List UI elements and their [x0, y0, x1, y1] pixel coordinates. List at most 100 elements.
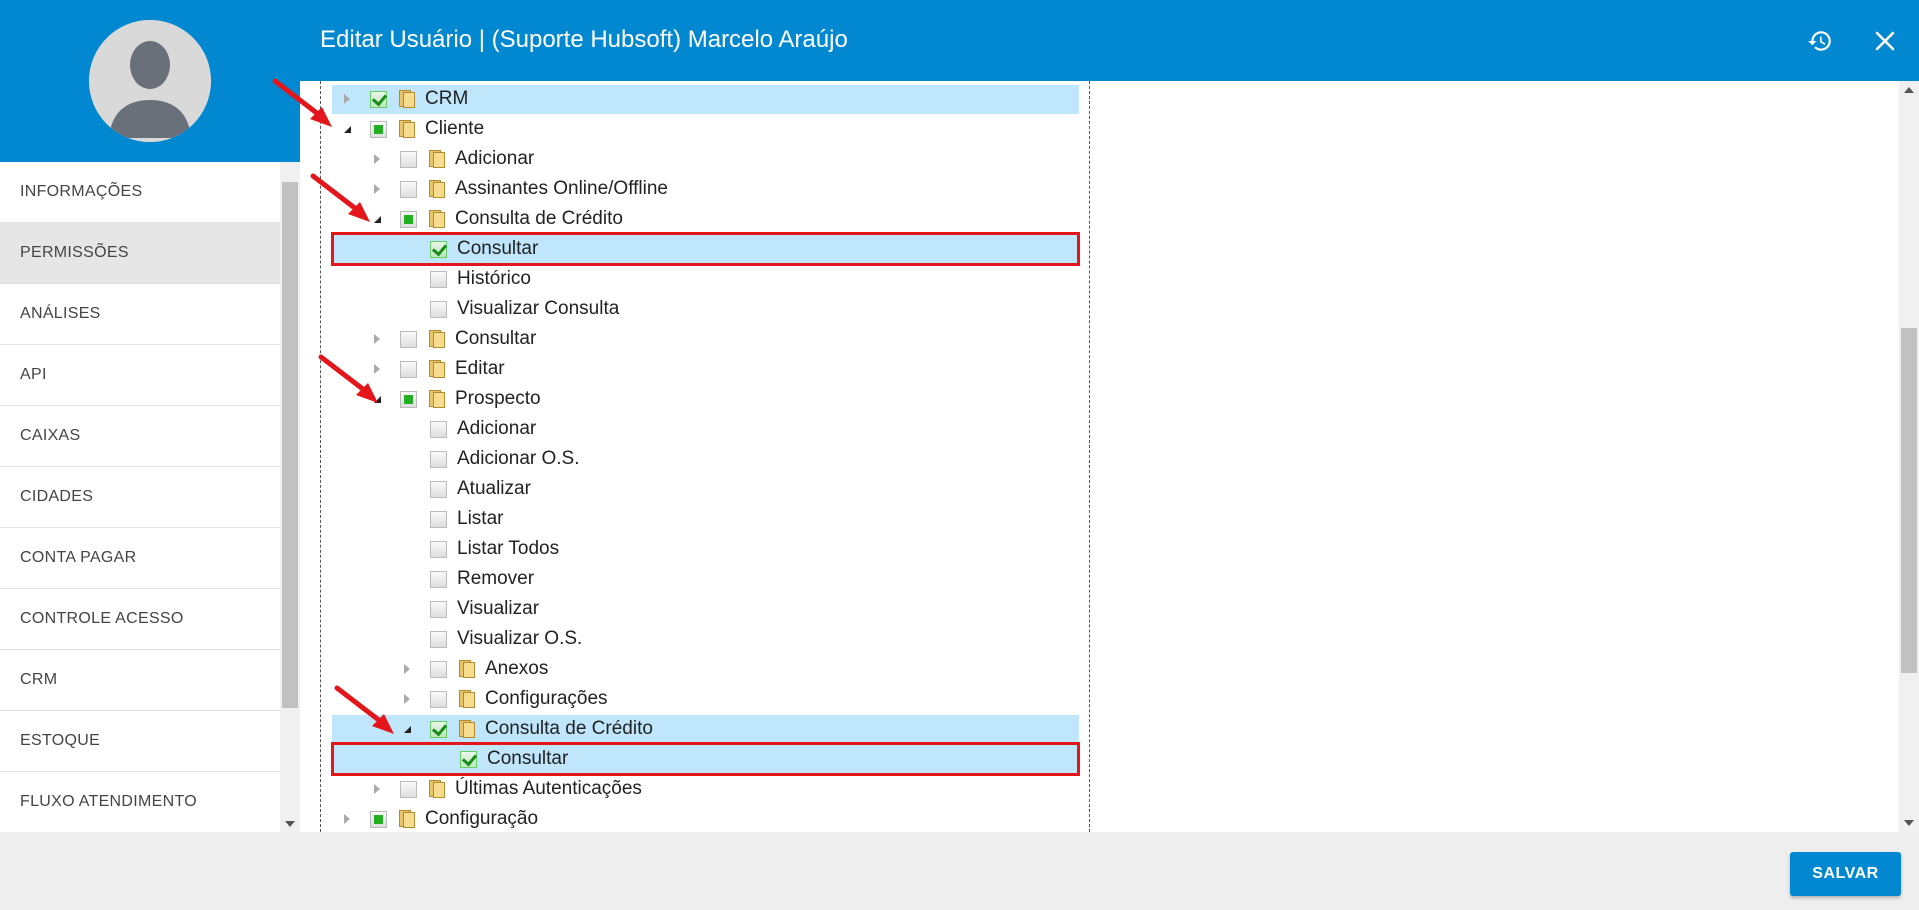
save-button[interactable]: SALVAR [1790, 852, 1901, 896]
annotation-arrow-icon [272, 78, 332, 127]
permission-checkbox[interactable] [430, 570, 447, 588]
tree-node[interactable]: Últimas Autenticações [370, 775, 642, 803]
tree-node[interactable]: Editar [370, 355, 505, 383]
sidebar-item-fluxo-atendimento[interactable]: FLUXO ATENDIMENTO [0, 772, 280, 833]
sidebar-scrollbar[interactable] [280, 162, 300, 832]
permission-checkbox[interactable] [430, 630, 447, 648]
permission-checkbox[interactable] [430, 300, 447, 318]
expand-open-icon[interactable] [400, 722, 414, 736]
tree-node[interactable]: Adicionar [400, 415, 536, 443]
permission-checkbox[interactable] [430, 240, 447, 258]
sidebar-item-conta-pagar[interactable]: CONTA PAGAR [0, 528, 280, 589]
tree-node[interactable]: Visualizar O.S. [400, 625, 582, 653]
permission-checkbox[interactable] [370, 120, 387, 138]
tree-node[interactable]: Anexos [400, 655, 548, 683]
scroll-down-icon[interactable] [1904, 820, 1914, 826]
tree-node-label: Visualizar O.S. [457, 628, 583, 649]
sidebar-item-informacoes[interactable]: INFORMAÇÕES [0, 162, 280, 223]
tree-node[interactable]: Histórico [400, 265, 531, 293]
tree-node[interactable]: Cliente [340, 115, 484, 143]
tree-node-label: Configurações [485, 688, 608, 709]
permission-checkbox[interactable] [430, 600, 447, 618]
tree-node[interactable]: Visualizar Consulta [400, 295, 619, 323]
tree-node-label: Últimas Autenticações [455, 778, 642, 799]
tree-node-label: Histórico [457, 268, 531, 289]
tree-node[interactable]: Atualizar [400, 475, 531, 503]
annotation-arrow-icon [318, 354, 378, 403]
expand-collapsed-icon[interactable] [400, 692, 414, 706]
sidebar-item-caixas[interactable]: CAIXAS [0, 406, 280, 467]
close-icon[interactable] [1868, 24, 1902, 58]
sidebar-item-controle-acesso[interactable]: CONTROLE ACESSO [0, 589, 280, 650]
expand-collapsed-icon[interactable] [340, 92, 354, 106]
tree-node-label: Anexos [485, 658, 549, 679]
tree-node[interactable]: CRM [340, 85, 468, 113]
tree-node[interactable]: Configurações [400, 685, 608, 713]
tree-node[interactable]: Configuração [340, 805, 538, 833]
tree-node[interactable]: Adicionar O.S. [400, 445, 580, 473]
permission-checkbox[interactable] [370, 810, 387, 828]
tree-node[interactable]: Consulta de Crédito [400, 715, 653, 743]
expand-collapsed-icon[interactable] [400, 662, 414, 676]
tree-node-label: Atualizar [457, 478, 531, 499]
tree-node-label: Configuração [425, 808, 539, 829]
folder-icon [427, 780, 447, 798]
sidebar-item-api[interactable]: API [0, 345, 280, 406]
tree-node-label: Consultar [457, 238, 539, 259]
tree-node-label: Assinantes Online/Offline [455, 178, 668, 199]
tree-node-label: Consulta de Crédito [485, 718, 653, 739]
folder-icon [427, 360, 447, 378]
sidebar-item-estoque[interactable]: ESTOQUE [0, 711, 280, 772]
tree-node-label: Adicionar [457, 418, 537, 439]
permission-checkbox[interactable] [430, 420, 447, 438]
permission-checkbox[interactable] [400, 330, 417, 348]
permission-checkbox[interactable] [430, 540, 447, 558]
permission-checkbox[interactable] [400, 150, 417, 168]
tree-node[interactable]: Visualizar [400, 595, 539, 623]
scroll-down-icon[interactable] [285, 821, 295, 827]
expand-collapsed-icon[interactable] [340, 812, 354, 826]
permission-checkbox[interactable] [400, 210, 417, 228]
sidebar-item-cidades[interactable]: CIDADES [0, 467, 280, 528]
tree-node[interactable]: Consultar [400, 235, 538, 263]
history-icon[interactable] [1803, 24, 1837, 58]
permission-checkbox[interactable] [430, 270, 447, 288]
tree-node-label: Prospecto [455, 388, 541, 409]
permission-checkbox[interactable] [400, 390, 417, 408]
tree-node[interactable]: Assinantes Online/Offline [370, 175, 668, 203]
tree-node[interactable]: Consulta de Crédito [370, 205, 623, 233]
sidebar-scroll-thumb[interactable] [282, 182, 298, 708]
permission-checkbox[interactable] [430, 450, 447, 468]
folder-icon [427, 330, 447, 348]
permission-checkbox[interactable] [430, 510, 447, 528]
permission-checkbox[interactable] [400, 780, 417, 798]
sidebar-item-permissoes[interactable]: PERMISSÕES [0, 223, 280, 284]
permission-checkbox[interactable] [400, 180, 417, 198]
sidebar-item-analises[interactable]: ANÁLISES [0, 284, 280, 345]
expand-collapsed-icon[interactable] [370, 332, 384, 346]
permission-checkbox[interactable] [400, 360, 417, 378]
scroll-up-icon[interactable] [1904, 87, 1914, 93]
sidebar-item-crm[interactable]: CRM [0, 650, 280, 711]
expand-collapsed-icon[interactable] [370, 782, 384, 796]
permission-checkbox[interactable] [460, 750, 477, 768]
permission-checkbox[interactable] [430, 480, 447, 498]
tree-node[interactable]: Consultar [370, 325, 536, 353]
permission-checkbox[interactable] [430, 660, 447, 678]
expand-open-icon[interactable] [340, 122, 354, 136]
tree-node[interactable]: Remover [400, 565, 534, 593]
tree-scrollbar[interactable] [1899, 81, 1919, 832]
tree-node-label: Listar [457, 508, 504, 529]
tree-node[interactable]: Adicionar [370, 145, 534, 173]
tree-scroll-thumb[interactable] [1901, 328, 1917, 673]
permission-checkbox[interactable] [430, 720, 447, 738]
sidebar-nav: INFORMAÇÕES PERMISSÕES ANÁLISES API CAIX… [0, 162, 300, 833]
tree-node[interactable]: Listar Todos [400, 535, 559, 563]
permission-checkbox[interactable] [430, 690, 447, 708]
tree-node-label: Visualizar Consulta [457, 298, 620, 319]
expand-collapsed-icon[interactable] [370, 152, 384, 166]
tree-node[interactable]: Listar [400, 505, 503, 533]
tree-node[interactable]: Consultar [430, 745, 568, 773]
tree-node[interactable]: Prospecto [370, 385, 541, 413]
permission-checkbox[interactable] [370, 90, 387, 108]
